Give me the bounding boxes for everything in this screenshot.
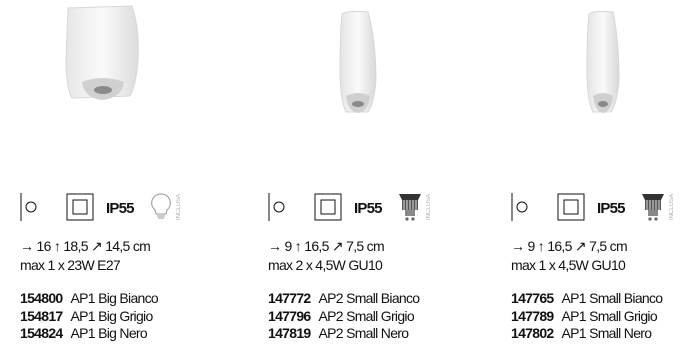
product-name: AP1 Big Nero <box>70 325 148 341</box>
product-code: 147819 <box>268 325 311 341</box>
product-code: 154824 <box>20 325 63 341</box>
product-column-ap2-small: IP55 INCLUSA → 9 ↑ 16,5 ↗ 7,5 cm max 2 x… <box>250 0 490 350</box>
lamp-spec: max 1 x 4,5W GU10 <box>511 257 626 273</box>
class-ii-icon <box>557 193 585 221</box>
product-name: AP2 Small Bianco <box>318 290 421 306</box>
wall-lamp-image <box>586 10 620 113</box>
wall-mount-icon <box>511 193 528 221</box>
bulb-included-label: INCLUSA <box>669 194 675 221</box>
product-code: 147796 <box>268 307 311 324</box>
ip-rating: IP55 <box>597 200 625 217</box>
dimensions: → 9 ↑ 16,5 ↗ 7,5 cm <box>511 238 628 254</box>
wall-mount-icon <box>268 193 285 221</box>
bulb-included-label: INCLUSA <box>426 194 432 221</box>
product-name: AP2 Small Grigio <box>318 307 415 324</box>
list-item: 147819 AP2 Small Nero <box>268 325 419 343</box>
product-name: AP1 Small Nero <box>561 325 652 341</box>
product-code: 154817 <box>20 307 63 324</box>
product-name: AP2 Small Nero <box>318 325 409 341</box>
ip-rating: IP55 <box>354 200 382 217</box>
list-item: 147802 AP1 Small Nero <box>511 325 662 343</box>
product-code: 147789 <box>511 307 554 324</box>
product-code: 147772 <box>268 290 311 306</box>
product-code: 154800 <box>20 290 63 306</box>
product-code: 147802 <box>511 325 554 341</box>
lamp-spec: max 1 x 23W E27 <box>20 257 121 273</box>
wall-lamp-image <box>65 5 139 100</box>
list-item: 154817 AP1 Big Grigio <box>20 308 158 326</box>
product-codes: 147765 AP1 Small Bianco 147789 AP1 Small G… <box>511 290 664 343</box>
gu10-bulb-icon <box>399 194 421 221</box>
list-item: 154800 AP1 Big Bianco <box>20 290 159 308</box>
gu10-bulb-icon <box>642 194 664 221</box>
ip-rating: IP55 <box>106 200 134 217</box>
product-codes: 154800 AP1 Big Bianco 154817 AP1 Big Grigi… <box>20 290 159 343</box>
product-name: AP1 Small Grigio <box>561 307 658 324</box>
bulb-included-label: INCLUSA <box>176 194 182 221</box>
list-item: 147796 AP2 Small Grigio <box>268 308 419 326</box>
wall-mount-icon <box>20 193 37 221</box>
product-name: AP1 Big Bianco <box>70 290 159 306</box>
list-item: 147765 AP1 Small Bianco <box>511 290 664 308</box>
dimensions: → 9 ↑ 16,5 ↗ 7,5 cm <box>268 238 385 254</box>
product-code: 147765 <box>511 290 554 306</box>
product-name: AP1 Small Bianco <box>561 290 664 306</box>
product-codes: 147772 AP2 Small Bianco 147796 AP2 Small G… <box>268 290 421 343</box>
class-ii-icon <box>314 193 342 221</box>
list-item: 147789 AP1 Small Grigio <box>511 308 662 326</box>
lamp-spec: max 2 x 4,5W GU10 <box>268 257 383 273</box>
product-column-ap1-small: IP55 INCLUSA → 9 ↑ 16,5 ↗ 7,5 cm max 1 x… <box>497 0 694 350</box>
product-name: AP1 Big Grigio <box>70 307 154 324</box>
product-column-ap1-big: IP55 INCLUSA → 16 ↑ 18,5 ↗ 14,5 cm max 1… <box>0 0 240 350</box>
wall-lamp-image <box>339 10 377 113</box>
dimensions: → 16 ↑ 18,5 ↗ 14,5 cm <box>20 238 151 254</box>
list-item: 147772 AP2 Small Bianco <box>268 290 421 308</box>
class-ii-icon <box>66 193 94 221</box>
bulb-icon <box>151 193 171 219</box>
list-item: 154824 AP1 Big Nero <box>20 325 158 343</box>
